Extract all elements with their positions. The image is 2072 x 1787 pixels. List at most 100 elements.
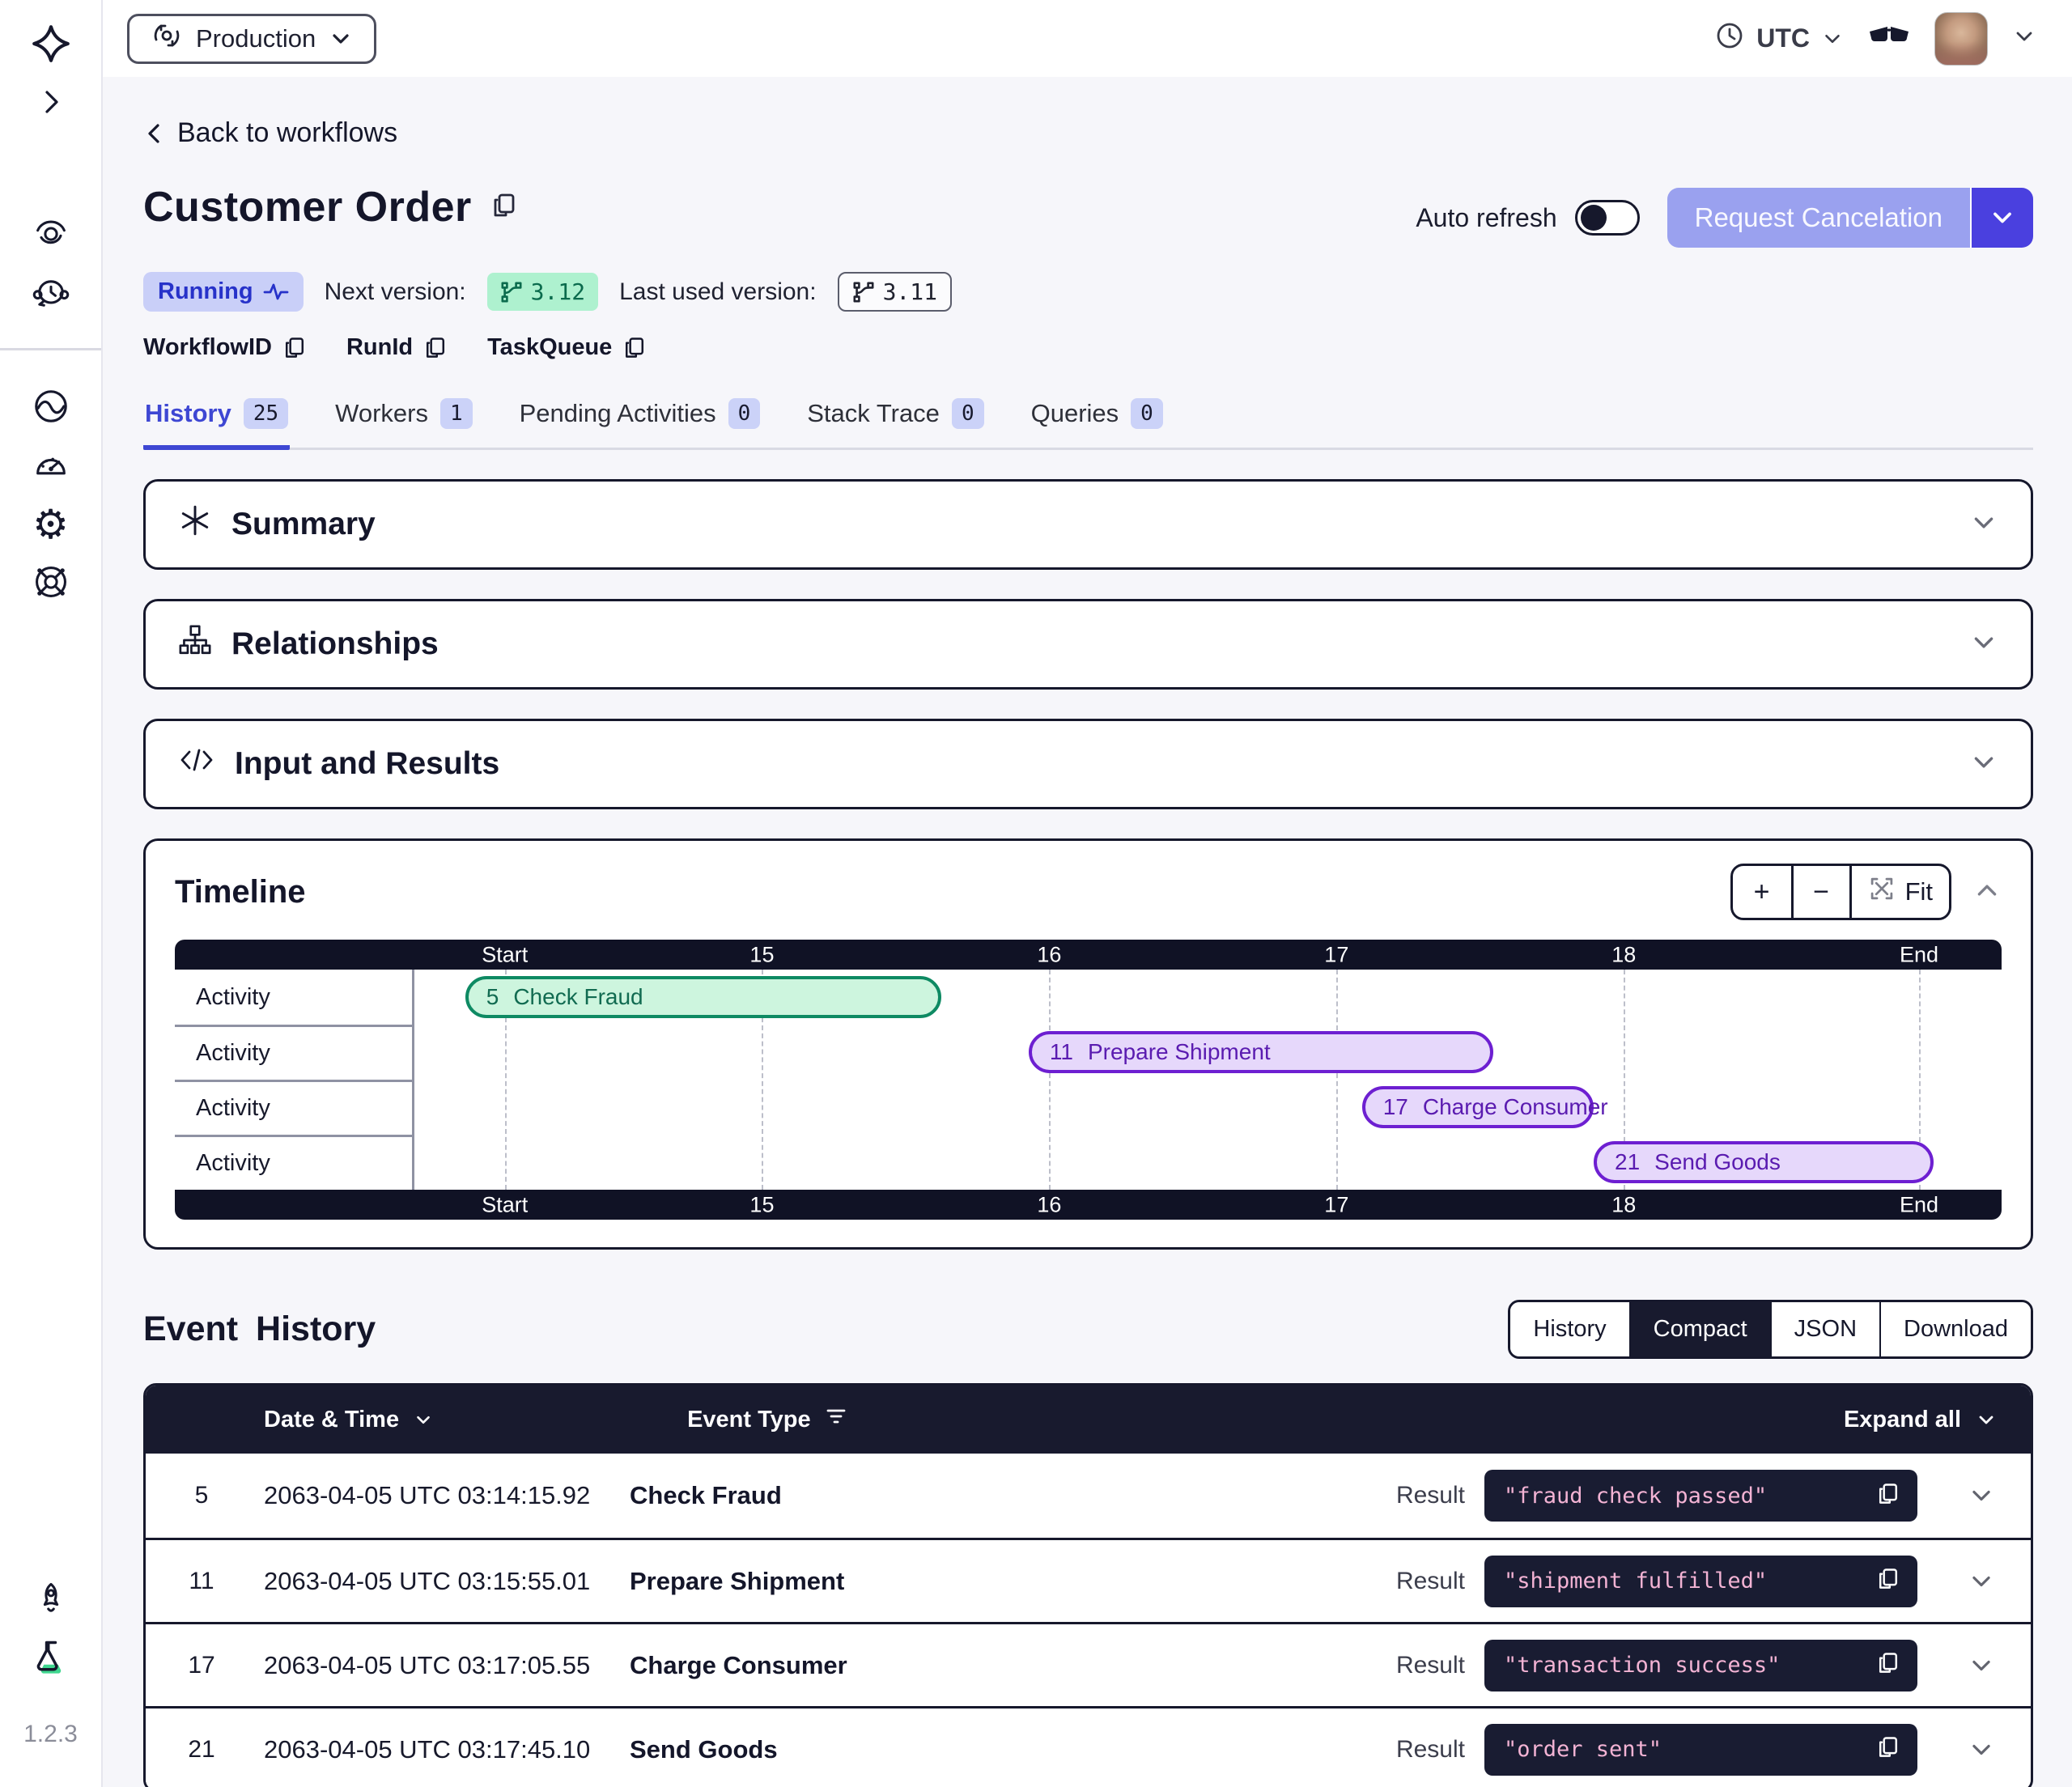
last-used-version-label: Last used version: [619, 278, 816, 306]
run-id-copy[interactable]: RunId [346, 334, 448, 361]
copy-result-icon[interactable] [1875, 1566, 1901, 1596]
event-history-table: Date & Time Event Type Expand all [143, 1383, 2033, 1787]
timeline-zoom-controls: + − Fit [1730, 864, 1951, 920]
timezone-selector[interactable]: UTC [1714, 20, 1844, 57]
left-sidebar: ⚙ 1.2.3 [0, 0, 103, 1787]
namespace-label: Production [196, 24, 316, 53]
tab-workers[interactable]: Workers1 [333, 398, 473, 450]
event-row-charge-consumer[interactable]: 17 2063-04-05 UTC 03:17:05.55 Charge Con… [146, 1622, 2031, 1706]
back-to-workflows-link[interactable]: Back to workflows [143, 117, 397, 149]
input-results-chevron-icon[interactable] [1969, 748, 1998, 781]
summary-section[interactable]: Summary [143, 479, 2033, 570]
timeline-row-label: Activity [175, 1025, 412, 1080]
relationships-section[interactable]: Relationships [143, 599, 2033, 690]
auto-refresh-label: Auto refresh [1416, 203, 1556, 233]
expand-row-chevron-icon[interactable] [1917, 1652, 2006, 1679]
user-menu-caret-icon[interactable] [2012, 24, 2036, 53]
next-version-badge: 3.12 [487, 273, 598, 311]
expand-all-button[interactable]: Expand all [1844, 1407, 1998, 1433]
copy-result-icon[interactable] [1875, 1650, 1901, 1680]
timeline-bar-prepare-shipment[interactable]: 11Prepare Shipment [1029, 1031, 1494, 1073]
event-history-view-switch: History Compact JSON Download [1508, 1300, 2033, 1359]
timeline-row-label: Activity [175, 1080, 412, 1135]
timeline-bar-charge-consumer[interactable]: 17Charge Consumer [1362, 1086, 1594, 1128]
summary-asterisk-icon [178, 503, 212, 545]
event-row-send-goods[interactable]: 21 2063-04-05 UTC 03:17:45.10 Send Goods… [146, 1706, 2031, 1787]
timeline-title: Timeline [175, 874, 306, 910]
expand-row-chevron-icon[interactable] [1917, 1736, 2006, 1764]
view-json-button[interactable]: JSON [1770, 1302, 1879, 1356]
clock-icon [1714, 20, 1745, 57]
usage-gauge-icon[interactable] [32, 446, 70, 485]
input-results-section[interactable]: Input and Results [143, 719, 2033, 809]
timeline-row-label: Activity [175, 970, 412, 1025]
next-version-label: Next version: [325, 278, 466, 306]
auto-refresh-toggle[interactable] [1575, 200, 1640, 236]
filter-event-type-column[interactable]: Event Type [687, 1406, 847, 1433]
view-history-button[interactable]: History [1510, 1302, 1628, 1356]
zoom-out-button[interactable]: − [1791, 866, 1849, 918]
user-avatar[interactable] [1934, 12, 1988, 66]
namespace-selector[interactable]: Production [127, 14, 376, 64]
labs-flask-icon[interactable] [32, 1638, 70, 1677]
cancel-options-caret-icon[interactable] [1970, 188, 2033, 248]
expand-sidebar-icon[interactable] [35, 86, 67, 118]
tab-pending-activities[interactable]: Pending Activities0 [518, 398, 762, 450]
app-version: 1.2.3 [23, 1721, 78, 1748]
timeline-card: Timeline + − Fit [143, 838, 2033, 1250]
task-queue-copy[interactable]: TaskQueue [487, 334, 648, 361]
namespace-icon [151, 19, 183, 58]
timeline-collapse-icon[interactable] [1972, 876, 2002, 909]
timeline-row-labels: Activity Activity Activity Activity [175, 970, 414, 1190]
event-history-header: Date & Time Event Type Expand all [146, 1386, 2031, 1454]
expand-row-chevron-icon[interactable] [1917, 1482, 2006, 1509]
result-code-pill: "transaction success" [1484, 1640, 1917, 1691]
event-row-check-fraud[interactable]: 5 2063-04-05 UTC 03:14:15.92 Check Fraud… [146, 1454, 2031, 1538]
last-used-version-badge: 3.11 [838, 272, 952, 312]
feedback-glasses-icon[interactable] [1868, 20, 1910, 57]
status-badge: Running [143, 272, 304, 312]
fit-arrows-icon [1868, 875, 1896, 910]
temporal-logo-icon[interactable] [30, 23, 72, 65]
app-window: ⚙ 1.2.3 Production [0, 0, 2072, 1787]
nexus-icon[interactable] [31, 386, 71, 427]
view-download-button[interactable]: Download [1879, 1302, 2031, 1356]
request-cancelation-button[interactable]: Request Cancelation [1667, 188, 2033, 248]
code-icon [178, 744, 215, 784]
timeline-bar-send-goods[interactable]: 21Send Goods [1594, 1141, 1934, 1183]
event-history-title: Event History [143, 1309, 376, 1349]
whats-new-rocket-icon[interactable] [32, 1580, 70, 1619]
view-compact-button[interactable]: Compact [1629, 1302, 1770, 1356]
help-lifebuoy-icon[interactable] [32, 562, 70, 601]
zoom-in-button[interactable]: + [1733, 866, 1791, 918]
filter-icon [826, 1406, 847, 1433]
timeline-gantt: Start 15 16 17 18 End Activity Activity [175, 940, 2002, 1220]
sort-date-column[interactable]: Date & Time [264, 1407, 435, 1433]
tab-history[interactable]: History25 [143, 398, 290, 450]
workflow-title: Customer Order [143, 183, 472, 231]
page-content: Back to workflows Customer Order Auto re… [103, 77, 2072, 1787]
workflows-icon[interactable] [32, 214, 70, 253]
relationships-tree-icon [178, 623, 212, 665]
request-cancelation-label[interactable]: Request Cancelation [1667, 188, 1970, 248]
copy-result-icon[interactable] [1875, 1481, 1901, 1511]
copy-title-icon[interactable] [490, 191, 519, 224]
relationships-chevron-icon[interactable] [1969, 628, 1998, 661]
schedules-icon[interactable] [32, 274, 70, 312]
expand-row-chevron-icon[interactable] [1917, 1568, 2006, 1595]
workflow-id-copy[interactable]: WorkflowID [143, 334, 308, 361]
summary-chevron-icon[interactable] [1969, 508, 1998, 541]
timeline-row-label: Activity [175, 1135, 412, 1190]
timeline-axis-bottom: Start 15 16 17 18 End [175, 1190, 2002, 1220]
event-row-prepare-shipment[interactable]: 11 2063-04-05 UTC 03:15:55.01 Prepare Sh… [146, 1538, 2031, 1622]
zoom-fit-button[interactable]: Fit [1849, 866, 1949, 918]
topbar: Production UTC [103, 0, 2072, 77]
tab-queries[interactable]: Queries0 [1030, 398, 1165, 450]
timeline-chart-area: 5Check Fraud 11Prepare Shipment 17Charge… [414, 970, 2002, 1190]
sidebar-divider [0, 348, 101, 350]
copy-result-icon[interactable] [1875, 1734, 1901, 1764]
tab-stack-trace[interactable]: Stack Trace0 [805, 398, 985, 450]
workflow-tabs: History25 Workers1 Pending Activities0 S… [143, 398, 2033, 450]
settings-gear-icon[interactable]: ⚙ [32, 504, 69, 545]
timeline-bar-check-fraud[interactable]: 5Check Fraud [465, 976, 941, 1018]
